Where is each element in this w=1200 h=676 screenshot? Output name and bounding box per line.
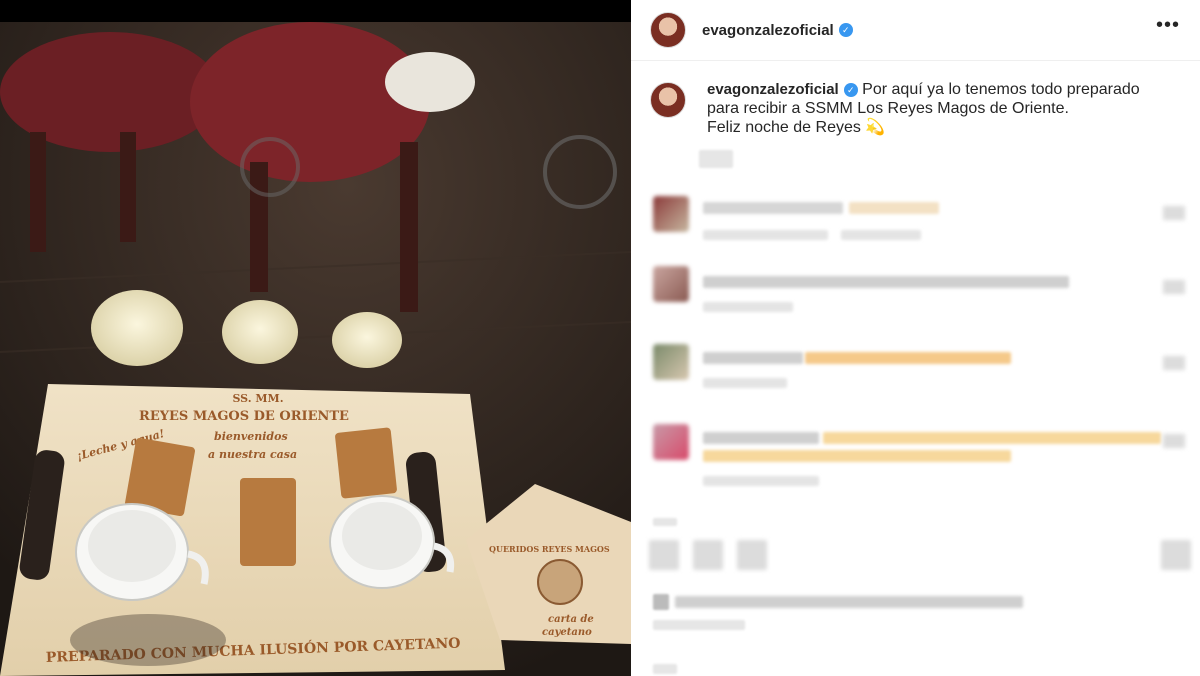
post-photo[interactable]: SS. MM. REYES MAGOS DE ORIENTE ¡Leche y … [0,0,631,676]
caption-line-3: Feliz noche de Reyes 💫 [707,119,886,136]
post-header: evagonzalezoficial ✓ ••• [631,0,1200,61]
tray-title-1: SS. MM. [232,392,283,405]
tray-title-2: REYES MAGOS DE ORIENTE [139,409,349,424]
header-username[interactable]: evagonzalezoficial [702,22,834,39]
post-date-blurred [653,620,745,630]
blurred-text [849,202,939,214]
card-text-1: carta de [548,614,594,625]
blurred-text [703,450,1011,462]
comment-avatar [653,424,689,460]
photo-top-band [0,0,631,22]
blurred-text [703,352,803,364]
comment-avatar [653,266,689,302]
blurred-text [841,230,921,240]
likes-text-blurred[interactable] [675,596,1023,608]
blurred-text [653,518,677,526]
blurred-text [805,352,1011,364]
card-text-2: cayetano [542,627,592,638]
tray-welcome-1: bienvenidos [214,430,288,443]
blurred-text [703,302,793,312]
post-caption: evagonzalezoficial ✓ Por aquí ya lo tenem… [650,80,1190,137]
caption-line-1: Por aquí ya lo tenemos todo preparado [862,81,1140,98]
card-title: QUERIDOS REYES MAGOS [489,544,610,554]
avatar[interactable] [650,12,686,48]
verified-badge-icon: ✓ [838,23,853,37]
blurred-text [823,432,1161,444]
blurred-text [703,476,819,486]
blurred-text [703,432,819,444]
comment-avatar [653,196,689,232]
like-heart-icon[interactable] [1163,206,1185,220]
caption-avatar[interactable] [650,82,686,118]
like-heart-icon[interactable] [1163,356,1185,370]
like-icon[interactable] [649,540,679,570]
comment-icon[interactable] [693,540,723,570]
caption-timestamp-blurred [699,150,733,168]
share-icon[interactable] [737,540,767,570]
blurred-text [703,230,828,240]
blurred-text [703,276,1069,288]
more-options-icon[interactable]: ••• [1156,14,1180,37]
like-heart-icon[interactable] [1163,280,1185,294]
blurred-text [703,202,843,214]
liker-avatar [653,594,669,610]
comment-avatar [653,344,689,380]
post-image: SS. MM. REYES MAGOS DE ORIENTE ¡Leche y … [0,22,631,676]
tray-welcome-2: a nuestra casa [208,448,297,461]
save-icon[interactable] [1161,540,1191,570]
caption-username[interactable]: evagonzalezoficial [707,81,839,98]
like-heart-icon[interactable] [1163,434,1185,448]
post-side-panel: evagonzalezoficial ✓ ••• evagonzalezofic… [631,0,1200,676]
caption-line-2: para recibir a SSMM Los Reyes Magos de O… [707,100,1069,117]
verified-badge-icon: ✓ [843,83,858,97]
blurred-text [653,664,677,674]
blurred-text [703,378,787,388]
